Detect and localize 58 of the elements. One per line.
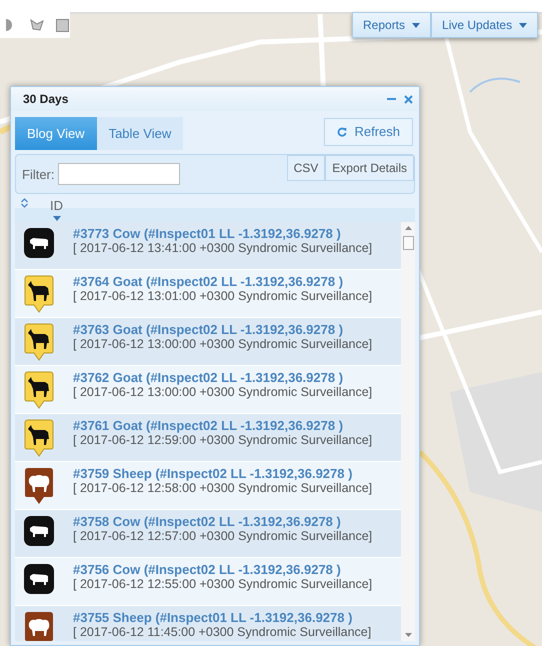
report-detail: [ 2017-06-12 12:58:00 +0300 Syndromic Surveillance]	[73, 481, 372, 496]
scroll-up-icon[interactable]	[404, 226, 412, 230]
report-detail: [ 2017-06-12 12:55:00 +0300 Syndromic Surveillance]	[73, 577, 372, 592]
close-icon[interactable]	[404, 94, 413, 104]
polygon-draw-icon[interactable]	[30, 18, 44, 32]
goat-marker-icon	[23, 419, 55, 457]
report-detail: [ 2017-06-12 13:00:00 +0300 Syndromic Surveillance]	[73, 337, 372, 352]
report-detail: [ 2017-06-12 13:00:00 +0300 Syndromic Surveillance]	[73, 385, 372, 400]
caret-icon	[519, 22, 528, 28]
report-row[interactable]: #3763 Goat (#Inspect02 LL -1.3192,36.9278 ) [ 2017-06-12 13:00:00 +0300 Syndromic Surveillance]	[15, 318, 401, 366]
sheep-marker-icon	[23, 611, 55, 641]
report-title: #3761 Goat (#Inspect02 LL -1.3192,36.9278 )	[73, 418, 344, 433]
report-title: #3763 Goat (#Inspect02 LL -1.3192,36.9278 )	[73, 322, 344, 337]
scrollbar[interactable]	[401, 222, 415, 641]
refresh-icon	[337, 126, 348, 136]
report-row[interactable]: #3761 Goat (#Inspect02 LL -1.3192,36.9278 ) [ 2017-06-12 12:59:00 +0300 Syndromic Surveillance]	[15, 414, 401, 462]
export-button[interactable]: Export Details	[325, 155, 414, 181]
report-detail: [ 2017-06-12 13:01:00 +0300 Syndromic Surveillance]	[73, 289, 372, 304]
goat-marker-icon	[23, 323, 55, 361]
report-detail: [ 2017-06-12 12:57:00 +0300 Syndromic Surveillance]	[73, 529, 372, 544]
menu-button[interactable]: Reports	[352, 12, 432, 38]
report-detail: [ 2017-06-12 13:41:00 +0300 Syndromic Surveillance]	[73, 241, 372, 256]
report-title: #3758 Cow (#Inspect02 LL -1.3192,36.9278 )	[73, 514, 342, 529]
panel-title: 30 Days	[23, 92, 68, 106]
cow-icon	[23, 563, 55, 595]
export-button[interactable]: CSV	[286, 155, 326, 181]
caret-icon	[412, 22, 420, 28]
report-title: #3755 Sheep (#Inspect01 LL -1.3192,36.9278 )	[73, 610, 354, 625]
square-draw-icon[interactable]	[56, 18, 69, 32]
goat-marker-icon	[23, 371, 55, 409]
menu-button[interactable]: Live Updates	[431, 12, 538, 38]
report-detail: [ 2017-06-12 12:59:00 +0300 Syndromic Surveillance]	[73, 433, 372, 448]
sheep-marker-icon	[23, 467, 55, 505]
scroll-down-icon[interactable]	[404, 633, 412, 637]
cow-icon	[23, 515, 55, 547]
report-row[interactable]: #3764 Goat (#Inspect02 LL -1.3192,36.9278 ) [ 2017-06-12 13:01:00 +0300 Syndromic Surveillance]	[15, 270, 401, 318]
report-detail: [ 2017-06-12 11:45:00 +0300 Syndromic Surveillance]	[73, 625, 372, 640]
report-row[interactable]: #3773 Cow (#Inspect01 LL -1.3192,36.9278 ) [ 2017-06-12 13:41:00 +0300 Syndromic Surveillance]	[15, 222, 401, 270]
report-title: #3756 Cow (#Inspect02 LL -1.3192,36.9278 )	[73, 562, 342, 577]
report-row[interactable]: #3762 Goat (#Inspect02 LL -1.3192,36.9278 ) [ 2017-06-12 13:00:00 +0300 Syndromic Surveillance]	[15, 366, 401, 414]
view-tab[interactable]: Table View	[96, 117, 184, 150]
scroll-thumb[interactable]	[402, 236, 414, 250]
report-title: #3764 Goat (#Inspect02 LL -1.3192,36.9278 )	[73, 274, 344, 289]
report-row[interactable]: #3759 Sheep (#Inspect02 LL -1.3192,36.9278 ) [ 2017-06-12 12:58:00 +0300 Syndromic Surveillance]	[15, 462, 401, 510]
filter-field[interactable]	[58, 163, 180, 185]
sort-icon[interactable]	[21, 198, 28, 208]
cow-icon	[23, 227, 55, 259]
report-title: #3762 Goat (#Inspect02 LL -1.3192,36.9278 )	[73, 370, 344, 385]
refresh-button[interactable]: Refresh	[324, 118, 413, 146]
report-title: #3759 Sheep (#Inspect02 LL -1.3192,36.9278 )	[73, 466, 354, 481]
minimize-icon[interactable]	[387, 98, 396, 100]
id-column-header[interactable]: ID	[50, 198, 63, 221]
report-row[interactable]: #3755 Sheep (#Inspect01 LL -1.3192,36.9278 ) [ 2017-06-12 11:45:00 +0300 Syndromic Surveillance]	[15, 606, 401, 641]
report-title: #3773 Cow (#Inspect01 LL -1.3192,36.9278 )	[73, 226, 342, 241]
goat-marker-icon	[23, 275, 55, 313]
report-row[interactable]: #3758 Cow (#Inspect02 LL -1.3192,36.9278 ) [ 2017-06-12 12:57:00 +0300 Syndromic Surveillance]	[15, 510, 401, 558]
filter-label: Filter:	[22, 166, 54, 182]
report-row[interactable]: #3756 Cow (#Inspect02 LL -1.3192,36.9278 ) [ 2017-06-12 12:55:00 +0300 Syndromic Surveillance]	[15, 558, 401, 606]
